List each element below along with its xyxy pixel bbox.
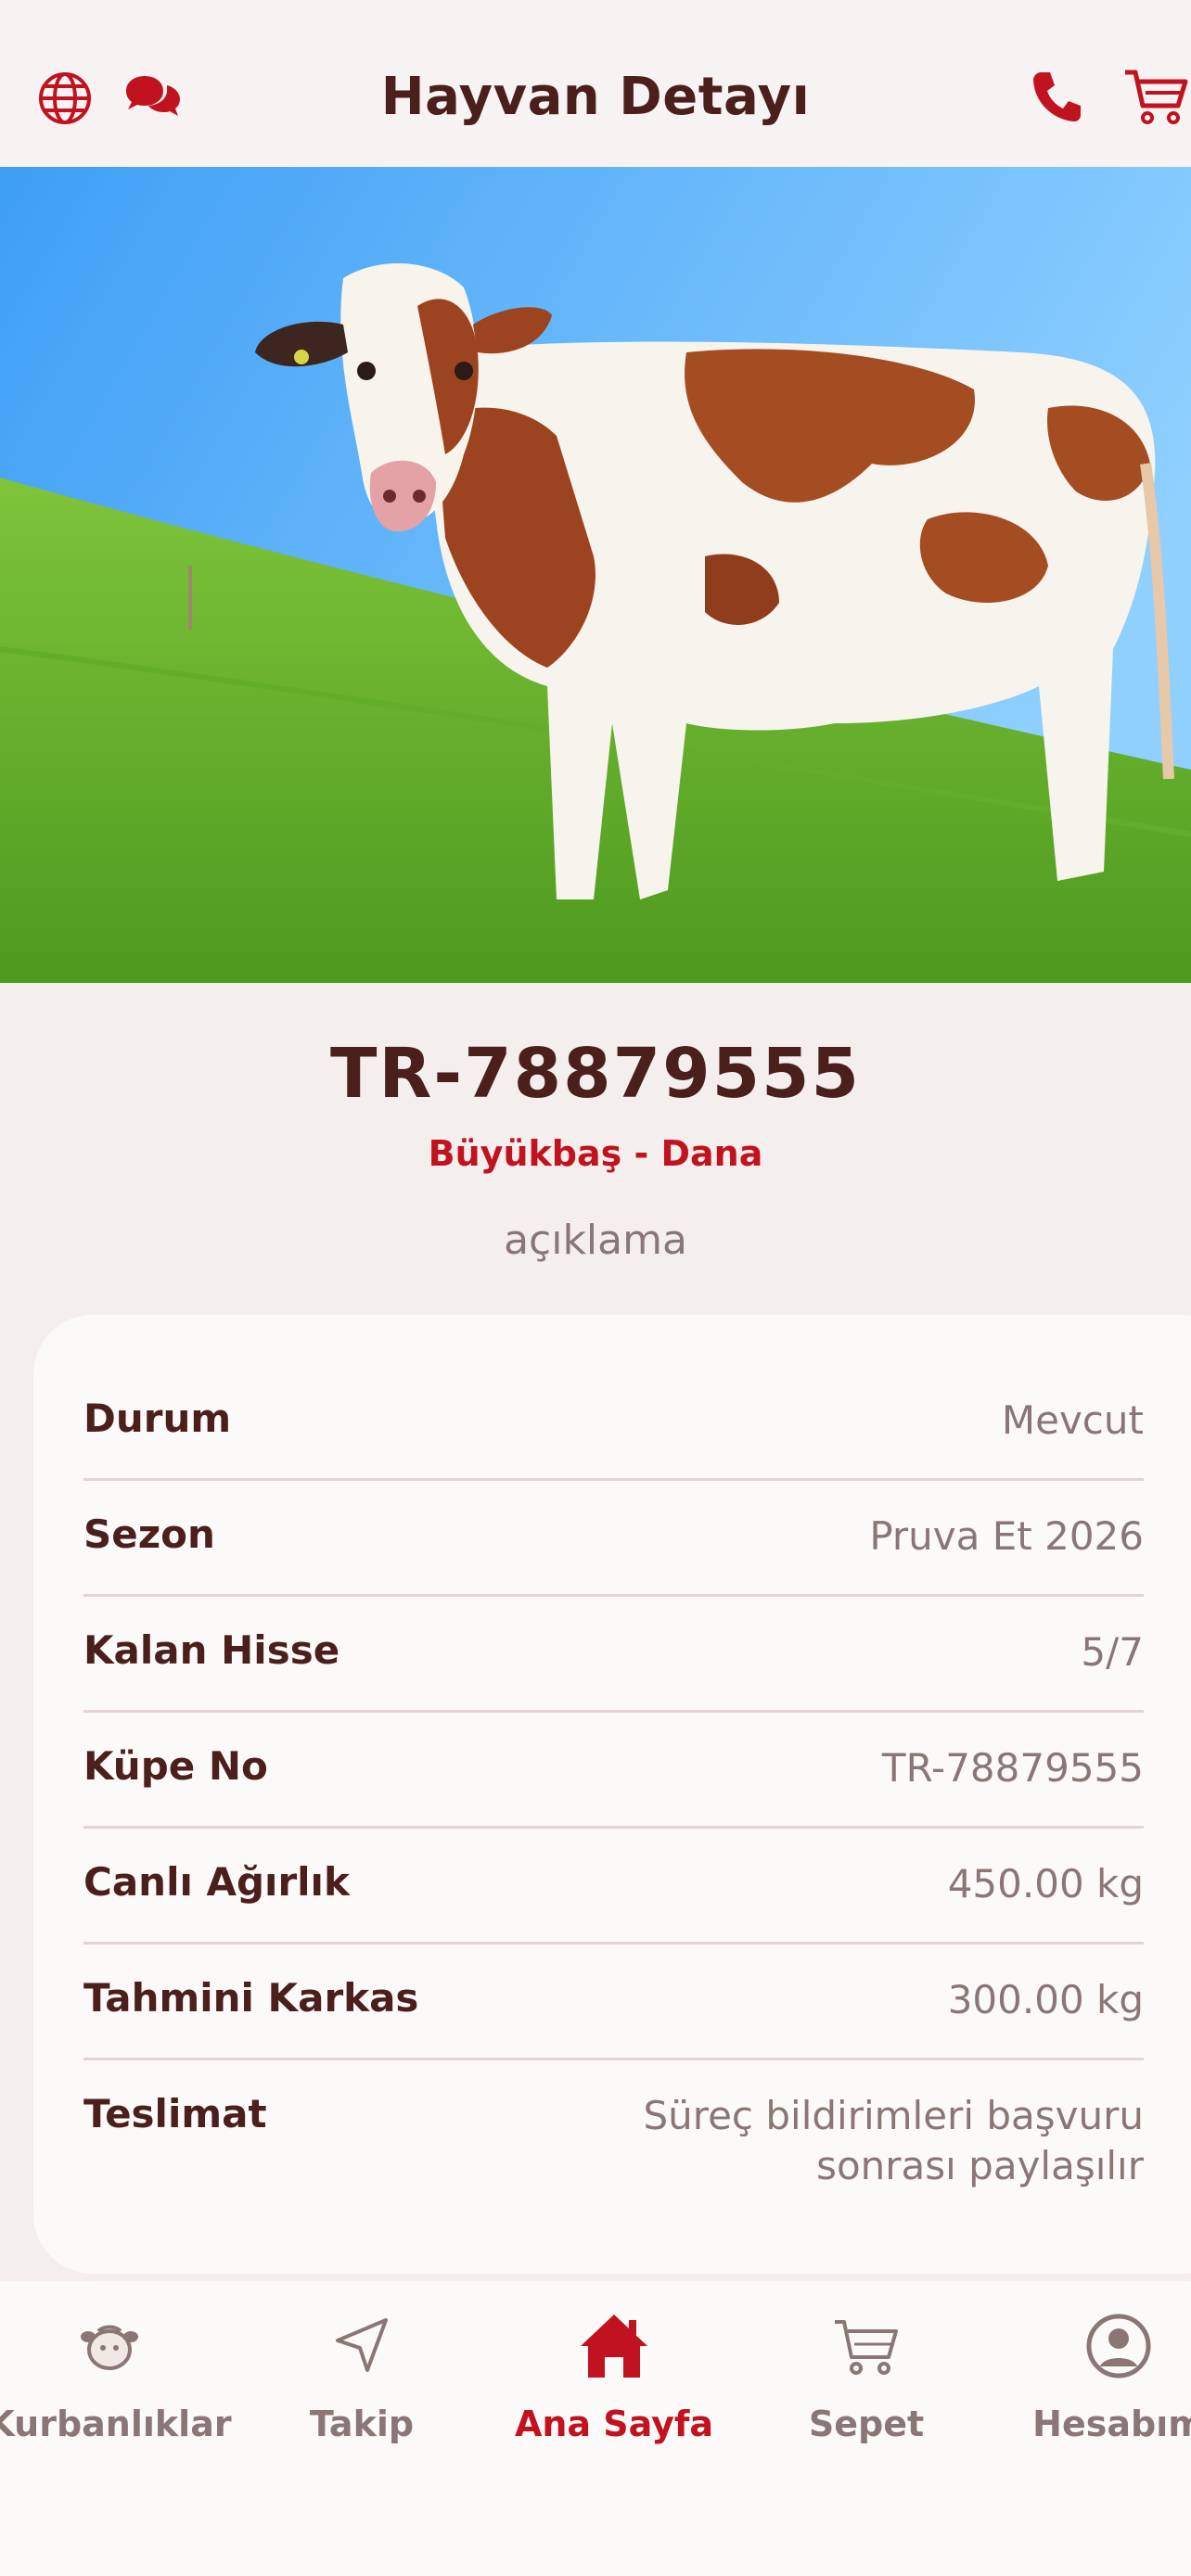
detail-value: 5/7 — [1081, 1629, 1144, 1675]
row-divider — [83, 2058, 1144, 2060]
animal-photo — [0, 167, 1191, 983]
phone-icon[interactable] — [1030, 69, 1083, 128]
detail-label: Küpe No — [83, 1743, 268, 1789]
animal-category: Büyükbaş - Dana — [428, 1133, 763, 1174]
account-icon — [1086, 2314, 1151, 2378]
detail-label: Teslimat — [83, 2091, 267, 2136]
detail-value: Mevcut — [1001, 1397, 1144, 1443]
detail-label: Kalan Hisse — [83, 1627, 340, 1673]
nav-item-hesabim[interactable]: Hesabım — [998, 2281, 1191, 2467]
detail-value: TR-78879555 — [881, 1745, 1144, 1791]
animal-tag-number: TR-78879555 — [329, 1034, 862, 1114]
page-title: Hayvan Detayı — [380, 67, 811, 127]
row-divider — [83, 1594, 1144, 1597]
cart-icon — [835, 2320, 898, 2375]
home-icon — [581, 2315, 647, 2378]
cart-icon[interactable] — [1122, 67, 1191, 130]
detail-label: Canlı Ağırlık — [83, 1859, 350, 1905]
row-divider — [83, 1478, 1144, 1481]
detail-value: 300.00 kg — [947, 1977, 1144, 2022]
detail-value-line: Süreç bildirimleri başvuru — [643, 2093, 1144, 2138]
row-divider — [83, 1710, 1144, 1713]
navigation-arrow-icon — [336, 2318, 388, 2372]
detail-value: 450.00 kg — [947, 1861, 1144, 1906]
animal-description: açıklama — [504, 1217, 687, 1264]
nav-item-kurbanliklar[interactable]: Kurbanlıklar — [0, 2281, 232, 2467]
nav-item-sepet[interactable]: Sepet — [746, 2281, 987, 2467]
nav-item-takip[interactable]: Takip — [241, 2281, 482, 2467]
detail-value: Süreç bildirimleri başvuru sonrası payla… — [643, 2091, 1144, 2191]
nav-item-ana-sayfa[interactable]: Ana Sayfa — [493, 2281, 735, 2467]
row-divider — [83, 1942, 1144, 1945]
detail-label: Durum — [83, 1396, 232, 1441]
bottom-navigation: Kurbanlıklar Takip Ana Sayfa Sepet Hesab… — [0, 2281, 1191, 2576]
app-header: Hayvan Detayı — [0, 0, 1191, 167]
row-divider — [83, 1826, 1144, 1829]
sheep-icon — [81, 2325, 138, 2370]
detail-label: Tahmini Karkas — [83, 1975, 419, 2021]
detail-value-line: sonrası paylaşılır — [816, 2143, 1144, 2188]
nav-label: Hesabım — [1032, 2404, 1191, 2444]
detail-label: Sezon — [83, 1511, 215, 1557]
detail-value: Pruva Et 2026 — [869, 1513, 1144, 1559]
